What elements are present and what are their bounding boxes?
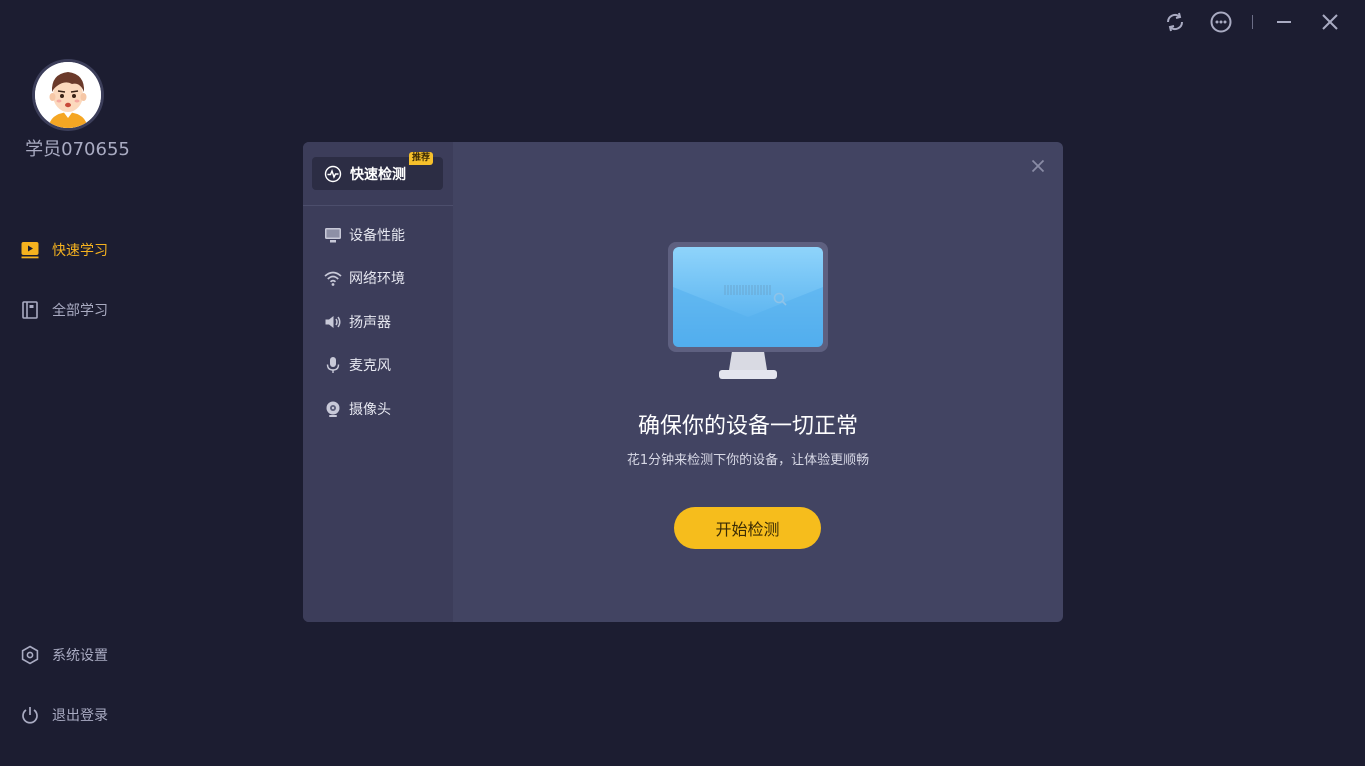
device-check-dialog: 快速检测 推荐 设备性能 网络环境 扬声器 麦克风 摄像头 确保你的设备一切正常… (303, 142, 1063, 622)
play-icon (20, 240, 40, 260)
settings-icon (20, 645, 40, 665)
sidebar-item-logout[interactable]: 退出登录 (20, 705, 108, 725)
refresh-icon[interactable] (1152, 8, 1198, 36)
book-icon (20, 300, 40, 320)
check-subtitle: 花1分钟来检测下你的设备，让体验更顺畅 (626, 453, 870, 468)
sidebar-item-all-learning[interactable]: 全部学习 (20, 300, 108, 320)
camera-icon (324, 400, 342, 418)
tab-label: 快速检测 (350, 166, 406, 183)
check-item-label: 网络环境 (349, 271, 405, 287)
check-title: 确保你的设备一切正常 (637, 414, 858, 439)
check-item-microphone[interactable]: 麦克风 (324, 355, 391, 375)
sidebar-item-settings[interactable]: 系统设置 (20, 645, 108, 665)
sidebar-item-label: 快速学习 (52, 243, 108, 259)
speaker-icon (324, 313, 342, 331)
sidebar-item-label: 系统设置 (52, 648, 108, 664)
user-avatar (35, 62, 101, 128)
tab-quick-check[interactable]: 快速检测 推荐 (312, 152, 443, 190)
check-content: 确保你的设备一切正常 花1分钟来检测下你的设备，让体验更顺畅 开始检测 (453, 142, 1063, 622)
minimize-icon[interactable] (1261, 8, 1307, 36)
close-icon[interactable] (1307, 8, 1353, 36)
divider (303, 205, 453, 206)
pulse-icon (324, 165, 342, 183)
window-separator (1252, 15, 1253, 29)
check-item-device-performance[interactable]: 设备性能 (324, 225, 405, 245)
sidebar-item-label: 退出登录 (52, 708, 108, 724)
check-item-network[interactable]: 网络环境 (324, 268, 405, 288)
window-controls (1152, 8, 1353, 36)
check-sidebar: 快速检测 推荐 设备性能 网络环境 扬声器 麦克风 摄像头 (303, 142, 453, 622)
monitor-icon (324, 226, 342, 244)
monitor-illustration (663, 237, 833, 387)
sidebar-item-quick-learning[interactable]: 快速学习 (20, 240, 108, 260)
check-item-label: 麦克风 (349, 358, 391, 374)
microphone-icon (324, 356, 342, 374)
recommend-badge: 推荐 (408, 152, 433, 165)
sidebar: 学员070655 快速学习 全部学习 系统设置 退出登录 (0, 0, 155, 766)
avatar[interactable] (32, 59, 104, 131)
check-item-camera[interactable]: 摄像头 (324, 399, 391, 419)
more-icon[interactable] (1198, 8, 1244, 36)
check-item-label: 设备性能 (349, 228, 405, 244)
sidebar-item-label: 全部学习 (52, 303, 108, 319)
check-item-label: 扬声器 (349, 315, 391, 331)
wifi-icon (324, 269, 342, 287)
start-check-button[interactable]: 开始检测 (674, 507, 821, 549)
check-item-label: 摄像头 (349, 402, 391, 418)
username: 学员070655 (25, 139, 130, 160)
power-icon (20, 705, 40, 725)
check-item-speaker[interactable]: 扬声器 (324, 312, 391, 332)
